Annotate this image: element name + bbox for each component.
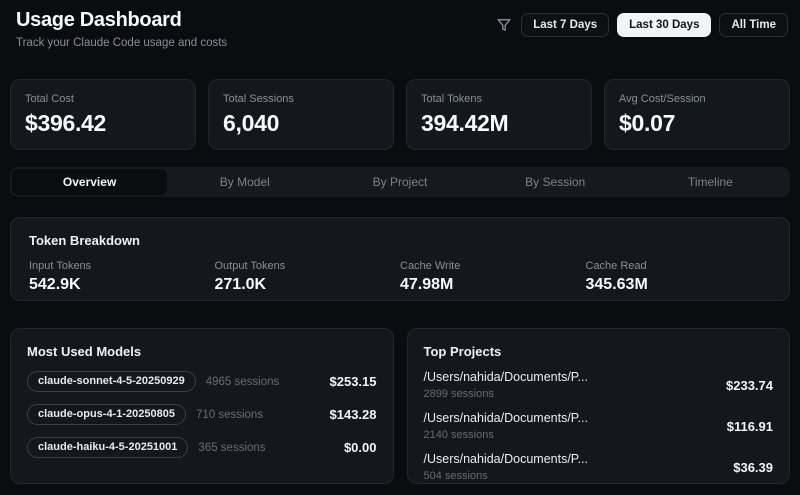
model-name-badge: claude-sonnet-4-5-20250929 <box>27 371 196 392</box>
most-used-models-title: Most Used Models <box>27 344 142 359</box>
model-name-badge: claude-haiku-4-5-20251001 <box>27 437 189 458</box>
project-path: /Users/nahida/Documents/P... <box>423 411 588 425</box>
model-name-badge: claude-opus-4-1-20250805 <box>27 404 186 425</box>
token-value: 542.9K <box>29 276 81 293</box>
token-label: Output Tokens <box>214 260 286 272</box>
project-info: /Users/nahida/Documents/P... 504 session… <box>424 452 588 482</box>
token-breakdown-title: Token Breakdown <box>29 233 141 248</box>
top-projects-panel: Top Projects /Users/nahida/Documents/P..… <box>406 328 790 484</box>
tab-by-session[interactable]: By Session <box>478 169 633 195</box>
date-filter-group: Last 7 Days Last 30 Days All Time <box>497 13 788 37</box>
project-row: /Users/nahida/Documents/P... 504 session… <box>424 452 774 482</box>
stat-card-avg-cost-session: Avg Cost/Session $0.07 <box>604 79 790 150</box>
stat-label: Total Cost <box>25 93 74 105</box>
stat-card-total-tokens: Total Tokens 394.42M <box>406 79 592 150</box>
stat-value: 394.42M <box>421 110 509 136</box>
tab-timeline[interactable]: Timeline <box>633 169 788 195</box>
project-sessions: 2140 sessions <box>423 429 494 441</box>
token-value: 345.63M <box>585 276 648 293</box>
stat-value: $396.42 <box>25 110 107 136</box>
token-stat-cache-read: Cache Read 345.63M <box>586 260 772 294</box>
project-info: /Users/nahida/Documents/P... 2899 sessio… <box>424 370 588 400</box>
stat-value: $0.07 <box>619 110 676 136</box>
stat-value: 6,040 <box>223 110 280 136</box>
model-cost: $0.00 <box>343 440 377 455</box>
token-value: 271.0K <box>214 276 267 293</box>
tab-by-model[interactable]: By Model <box>167 169 322 195</box>
token-breakdown-grid: Input Tokens 542.9K Output Tokens 271.0K… <box>29 260 771 294</box>
top-projects-title: Top Projects <box>423 344 502 359</box>
model-cost: $143.28 <box>329 407 377 422</box>
project-path: /Users/nahida/Documents/P... <box>423 452 588 466</box>
model-cost: $253.15 <box>329 374 377 389</box>
stat-label: Total Tokens <box>421 93 482 105</box>
token-label: Cache Read <box>585 260 647 272</box>
bottom-panels: Most Used Models claude-sonnet-4-5-20250… <box>10 328 790 484</box>
model-sessions: 710 sessions <box>195 408 264 421</box>
project-sessions: 504 sessions <box>423 470 488 482</box>
token-breakdown-panel: Token Breakdown Input Tokens 542.9K Outp… <box>10 217 790 301</box>
project-row: /Users/nahida/Documents/P... 2899 sessio… <box>424 370 774 400</box>
view-tabs: Overview By Model By Project By Session … <box>10 167 790 197</box>
page-subtitle: Track your Claude Code usage and costs <box>16 37 228 49</box>
model-row: claude-sonnet-4-5-20250929 4965 sessions… <box>27 371 377 392</box>
project-row: /Users/nahida/Documents/P... 2140 sessio… <box>424 411 774 441</box>
token-label: Input Tokens <box>29 260 92 272</box>
model-sessions: 4965 sessions <box>205 375 280 388</box>
project-cost: $233.74 <box>726 377 773 393</box>
header-titles: Usage Dashboard Track your Claude Code u… <box>16 9 227 49</box>
stat-label: Total Sessions <box>223 93 294 105</box>
project-cost: $36.39 <box>733 459 773 475</box>
model-row: claude-opus-4-1-20250805 710 sessions $1… <box>27 404 377 425</box>
model-row: claude-haiku-4-5-20251001 365 sessions $… <box>27 437 377 458</box>
token-value: 47.98M <box>400 276 454 293</box>
stat-card-total-cost: Total Cost $396.42 <box>10 79 196 150</box>
tab-overview[interactable]: Overview <box>12 169 168 195</box>
filter-last-30-days-button[interactable]: Last 30 Days <box>617 13 712 37</box>
funnel-icon[interactable] <box>497 18 511 32</box>
stats-row: Total Cost $396.42 Total Sessions 6,040 … <box>10 79 790 150</box>
page-title: Usage Dashboard <box>16 9 182 31</box>
usage-dashboard-page: Usage Dashboard Track your Claude Code u… <box>0 0 800 495</box>
project-cost: $116.91 <box>726 418 773 434</box>
stat-card-total-sessions: Total Sessions 6,040 <box>208 79 394 150</box>
token-label: Cache Write <box>400 260 461 272</box>
project-info: /Users/nahida/Documents/P... 2140 sessio… <box>424 411 588 441</box>
filter-all-time-button[interactable]: All Time <box>719 13 788 37</box>
most-used-models-panel: Most Used Models claude-sonnet-4-5-20250… <box>10 328 394 484</box>
stat-label: Avg Cost/Session <box>619 93 706 105</box>
token-stat-output: Output Tokens 271.0K <box>215 260 401 294</box>
project-sessions: 2899 sessions <box>423 388 494 400</box>
filter-last-7-days-button[interactable]: Last 7 Days <box>521 13 610 37</box>
header: Usage Dashboard Track your Claude Code u… <box>0 0 800 49</box>
tab-by-project[interactable]: By Project <box>322 169 477 195</box>
token-stat-input: Input Tokens 542.9K <box>29 260 215 294</box>
project-path: /Users/nahida/Documents/P... <box>423 370 588 384</box>
model-sessions: 365 sessions <box>198 441 266 454</box>
token-stat-cache-write: Cache Write 47.98M <box>400 260 586 294</box>
